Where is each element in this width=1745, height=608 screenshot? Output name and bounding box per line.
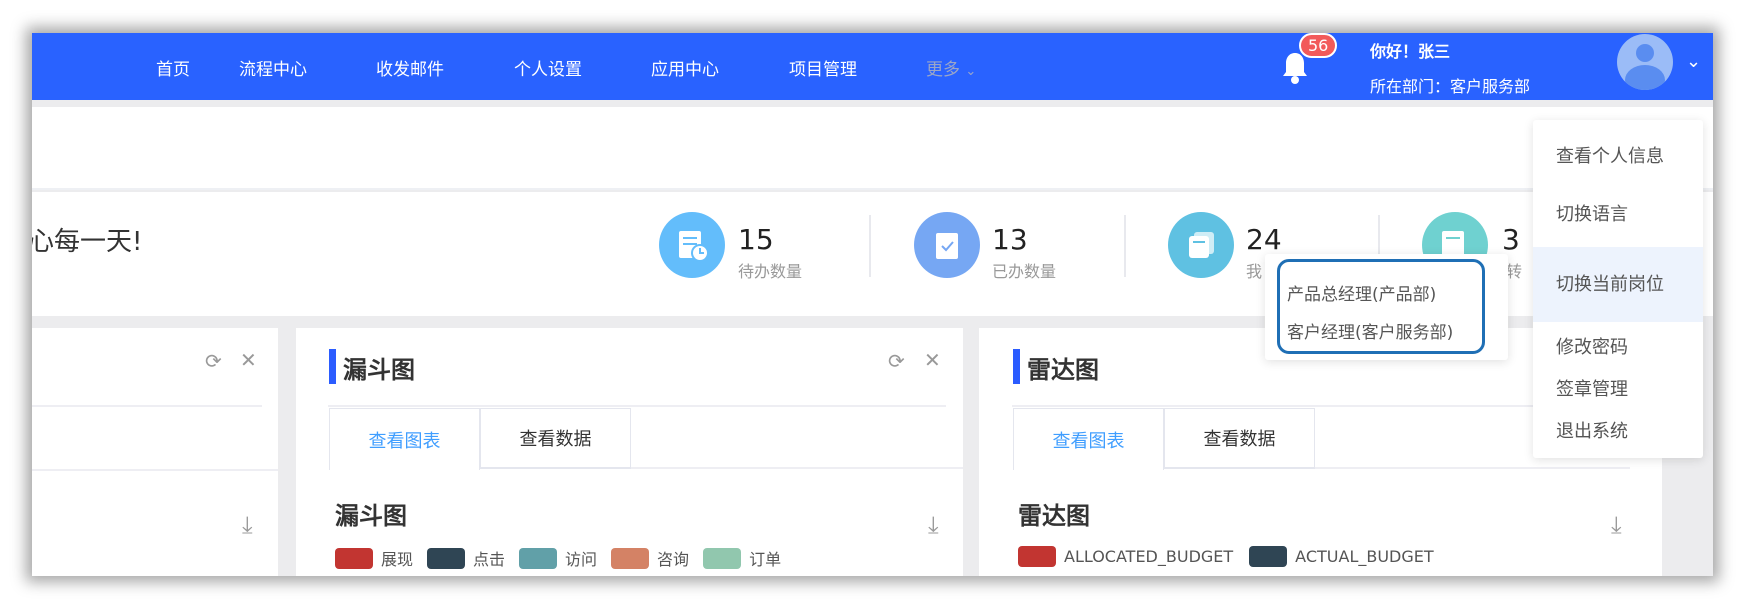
- app-window: 首页 流程中心 收发邮件 个人设置 应用中心 项目管理 更多 ⌄ 56 你好！张…: [32, 33, 1713, 576]
- nav-more-label: 更多: [926, 60, 960, 80]
- close-icon[interactable]: ✕: [924, 348, 941, 372]
- legend-swatch: [1018, 546, 1056, 567]
- nav-workflow[interactable]: 流程中心: [239, 55, 307, 80]
- sent-icon: [1168, 212, 1234, 278]
- stat-label: 已办数量: [992, 262, 1057, 281]
- funnel-card: 漏斗图 ⟳ ✕ 查看图表 查看数据 漏斗图 ⤓ 展现 点击 访问 咨询 订单: [296, 328, 963, 576]
- stat-value: 3: [1502, 223, 1520, 256]
- divider: [32, 469, 278, 471]
- menu-item-profile[interactable]: 查看个人信息: [1533, 142, 1703, 168]
- divider: [328, 405, 946, 407]
- stat-label: 我: [1246, 262, 1263, 281]
- card-title: 漏斗图: [343, 356, 415, 384]
- menu-item-seal[interactable]: 签章管理: [1533, 375, 1703, 401]
- title-accent: [1013, 349, 1020, 384]
- todo-icon: [659, 212, 725, 278]
- card-title: 雷达图: [1027, 356, 1099, 384]
- legend-swatch: [519, 547, 558, 569]
- legend-swatch: [1249, 546, 1288, 567]
- tab-view-chart[interactable]: 查看图表: [329, 408, 480, 470]
- refresh-icon[interactable]: ⟳: [888, 349, 905, 373]
- highlight-outline: [1277, 259, 1485, 354]
- nav-home[interactable]: 首页: [156, 55, 190, 80]
- tab-view-chart[interactable]: 查看图表: [1013, 408, 1164, 470]
- divider: [631, 467, 963, 469]
- download-icon[interactable]: ⤓: [928, 511, 939, 539]
- divider: [32, 405, 262, 407]
- legend-label[interactable]: ALLOCATED_BUDGET: [1064, 547, 1233, 566]
- chevron-down-icon[interactable]: ⌄: [1686, 51, 1701, 72]
- welcome-text: 心每一天!: [32, 227, 143, 257]
- department: 所在部门：客户服务部: [1370, 77, 1531, 96]
- divider: [1315, 467, 1630, 469]
- stat-value: 24: [1246, 223, 1282, 256]
- menu-item-change-password[interactable]: 修改密码: [1533, 333, 1703, 359]
- nav-apps[interactable]: 应用中心: [651, 55, 719, 80]
- nav-mail[interactable]: 收发邮件: [376, 55, 444, 80]
- user-menu: 查看个人信息 切换语言 切换当前岗位 修改密码 签章管理 退出系统: [1533, 120, 1703, 458]
- tab-view-data[interactable]: 查看数据: [1164, 408, 1315, 469]
- stat-label: 待办数量: [738, 262, 803, 281]
- legend-label[interactable]: 点击: [473, 546, 505, 570]
- nav-settings[interactable]: 个人设置: [514, 55, 582, 80]
- divider: [869, 215, 871, 277]
- greeting: 你好！张三: [1370, 42, 1451, 61]
- nav-projects[interactable]: 项目管理: [789, 55, 857, 80]
- legend-swatch: [335, 547, 373, 569]
- notification-badge: 56: [1299, 33, 1338, 58]
- download-icon[interactable]: ⤓: [242, 511, 253, 539]
- tab-view-data[interactable]: 查看数据: [480, 408, 631, 469]
- title-accent: [329, 349, 336, 384]
- legend-swatch: [611, 547, 650, 569]
- chart-title: 漏斗图: [335, 502, 407, 530]
- menu-item-language[interactable]: 切换语言: [1533, 200, 1703, 226]
- legend-label[interactable]: 订单: [749, 546, 781, 570]
- chart-legend: ALLOCATED_BUDGET ACTUAL_BUDGET: [1018, 546, 1434, 567]
- refresh-icon[interactable]: ⟳: [205, 349, 222, 373]
- legend-label[interactable]: 展现: [381, 546, 413, 570]
- chevron-down-icon: ⌄: [965, 64, 977, 79]
- done-icon: [914, 212, 980, 278]
- top-nav: 首页 流程中心 收发邮件 个人设置 应用中心 项目管理 更多 ⌄ 56 你好！张…: [32, 33, 1713, 100]
- menu-item-logout[interactable]: 退出系统: [1533, 417, 1703, 443]
- legend-label[interactable]: 访问: [565, 546, 597, 570]
- stat-value: 13: [992, 223, 1028, 256]
- chart-title: 雷达图: [1018, 502, 1090, 530]
- close-icon[interactable]: ✕: [240, 348, 257, 372]
- stat-value: 15: [738, 223, 774, 256]
- divider: [1124, 215, 1126, 277]
- menu-item-switch-position[interactable]: 切换当前岗位: [1533, 247, 1703, 322]
- stat-label: 转: [1506, 262, 1523, 281]
- nav-more[interactable]: 更多 ⌄: [926, 55, 976, 80]
- legend-swatch: [427, 547, 466, 569]
- download-icon[interactable]: ⤓: [1611, 511, 1622, 539]
- chart-legend: 展现 点击 访问 咨询 订单: [335, 546, 781, 570]
- legend-swatch: [703, 547, 742, 569]
- legend-label[interactable]: 咨询: [657, 546, 689, 570]
- widget-card: ⟳ ✕ ⤓: [32, 328, 278, 576]
- header-band: [32, 107, 1713, 190]
- legend-label[interactable]: ACTUAL_BUDGET: [1295, 547, 1433, 566]
- avatar[interactable]: [1617, 34, 1673, 90]
